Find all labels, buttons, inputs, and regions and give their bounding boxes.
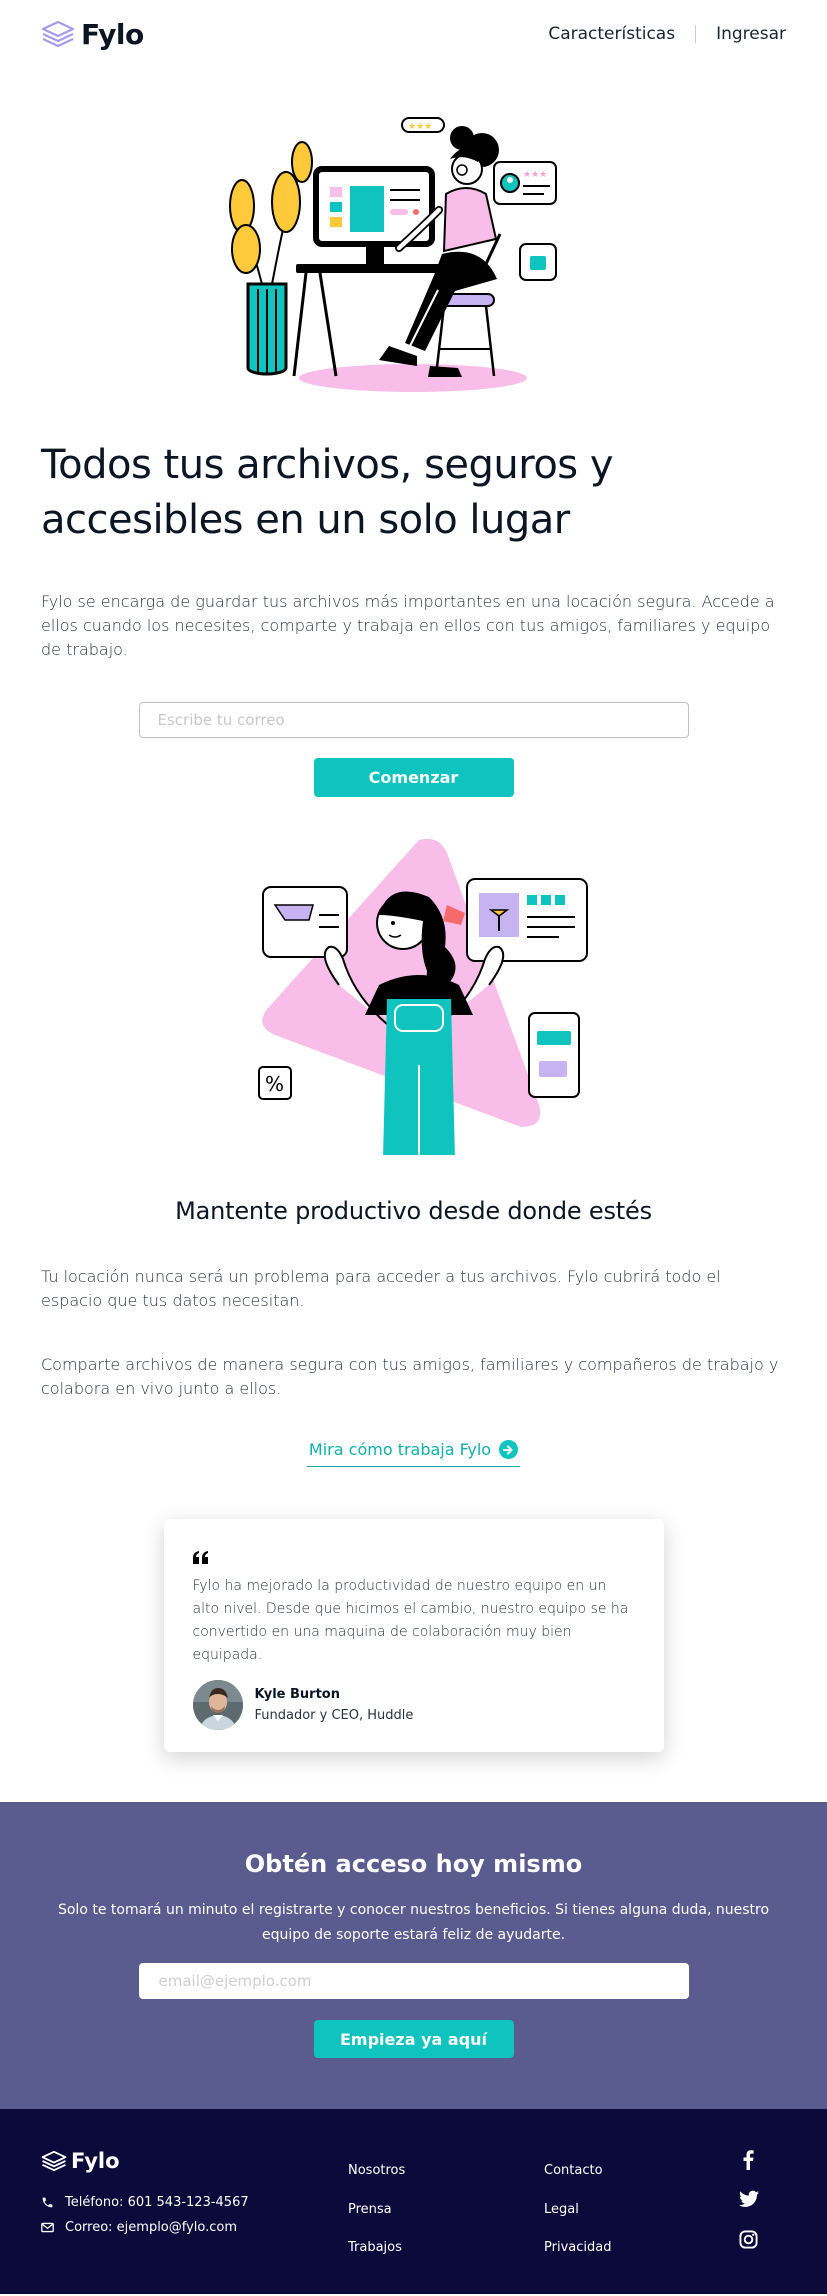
get-started-button[interactable]: Empieza ya aquí [313,2020,514,2058]
instagram-icon [739,2230,758,2249]
productive-illustration: % [257,838,588,1155]
get-access-section: Obtén acceso hoy mismo Solo te tomará un… [0,1802,827,2109]
start-button[interactable]: Comenzar [313,758,514,797]
instagram-link[interactable] [739,2230,759,2270]
author-role: Fundador y CEO, Huddle [254,1708,414,1723]
svg-text:★★★: ★★★ [408,122,432,132]
logo[interactable]: Fylo [41,18,144,51]
twitter-link[interactable] [739,2190,759,2230]
footer-logo[interactable]: Fylo [41,2149,120,2173]
nav-link-login[interactable]: Ingresar [716,24,786,44]
footer-phone: Teléfono: 601 543-123-4567 [41,2195,249,2210]
footer-link-contact[interactable]: Contacto [544,2163,611,2202]
access-description: Solo te tomará un minuto el registrarte … [57,1902,770,1943]
footer-logo-layers-icon [41,2150,67,2172]
footer-links-col-1: Nosotros Prensa Trabajos [348,2163,405,2279]
see-how-fylo-works-link[interactable]: Mira cómo trabaja Fylo [306,1440,521,1467]
footer-link-legal[interactable]: Legal [544,2202,611,2241]
logo-text: Fylo [81,17,144,51]
footer-email-text: Correo: ejemplo@fylo.com [65,2220,238,2235]
phone-icon [42,2197,53,2208]
access-title: Obtén acceso hoy mismo [244,1850,583,1878]
footer-phone-text: Teléfono: 601 543-123-4567 [65,2195,249,2210]
main-nav: Características Ingresar [548,24,786,44]
svg-text:★★★: ★★★ [523,170,547,180]
arrow-right-icon [499,1440,519,1459]
hero-illustration: ★★★ ★★★ [228,117,557,392]
footer-link-privacy[interactable]: Privacidad [544,2240,611,2279]
logo-layers-icon [41,20,75,48]
access-email-input[interactable] [138,1963,689,1999]
nav-link-features[interactable]: Características [548,24,675,44]
footer-email: Correo: ejemplo@fylo.com [41,2220,237,2235]
productive-title: Mantente productivo desde donde estés [175,1197,652,1225]
site-header: Fylo Características Ingresar [0,0,827,68]
quote-icon [192,1539,635,1564]
see-how-link-label: Mira cómo trabaja Fylo [308,1440,492,1459]
hero-description: Fylo se encarga de guardar tus archivos … [41,592,775,659]
footer-link-about[interactable]: Nosotros [348,2163,405,2202]
avatar [192,1680,243,1730]
see-how-link-wrapper: Mira cómo trabaja Fylo [0,1440,827,1467]
svg-text:%: % [265,1072,284,1096]
facebook-link[interactable] [739,2150,759,2190]
hero-email-input[interactable] [138,702,689,738]
social-links [739,2150,759,2270]
author-name: Kyle Burton [254,1687,341,1702]
footer-link-press[interactable]: Prensa [348,2202,405,2241]
twitter-icon [739,2190,759,2207]
testimonial-card: Fylo ha mejorado la productividad de nue… [163,1519,664,1752]
hero-section: ★★★ ★★★ Todos tus archivos, seguros y ac… [0,114,827,797]
hero-title: Todos tus archivos, seguros y accesibles… [41,442,614,543]
footer-links-col-2: Contacto Legal Privacidad [544,2163,611,2279]
testimonial-author: Kyle Burton Fundador y CEO, Huddle [192,1680,635,1730]
productive-paragraph-2: Comparte archivos de manera segura con t… [41,1355,779,1398]
footer-logo-text: Fylo [71,2149,120,2173]
footer-link-jobs[interactable]: Trabajos [348,2240,405,2279]
nav-divider [695,25,697,43]
productive-paragraph-1: Tu locación nunca será un problema para … [41,1267,721,1310]
mail-icon [41,2222,54,2233]
facebook-icon [743,2150,754,2170]
productive-section: % Mantente productivo desde donde estés … [0,835,827,1467]
site-footer: Fylo Teléfono: 601 543-123-4567 Correo: … [0,2109,827,2294]
testimonial-quote: Fylo ha mejorado la productividad de nue… [192,1578,629,1663]
